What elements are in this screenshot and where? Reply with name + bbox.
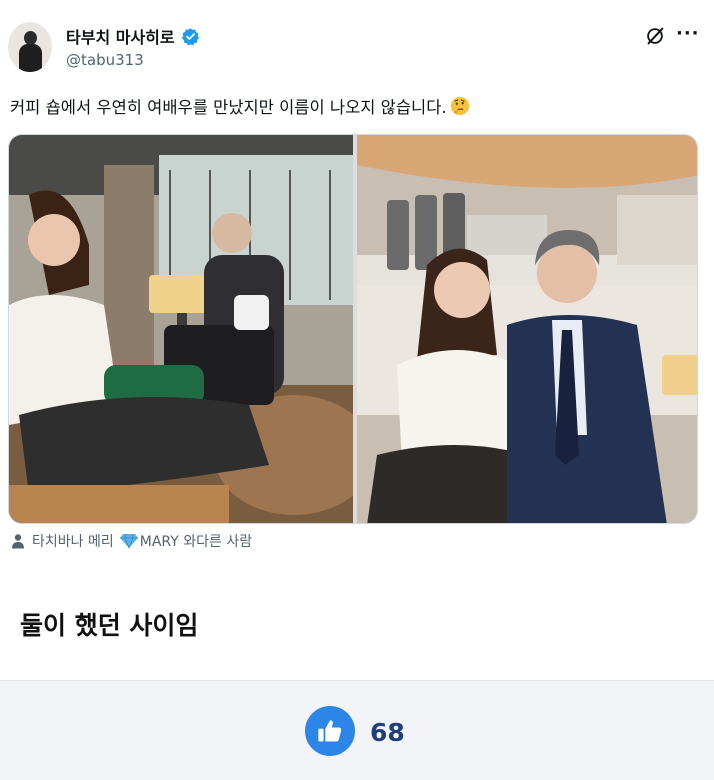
- avatar-head: [24, 31, 37, 45]
- verified-badge-icon: [181, 27, 199, 45]
- author-name-row: 타부치 마사히로: [66, 24, 200, 48]
- like-button[interactable]: [305, 706, 355, 756]
- avatar[interactable]: [8, 22, 52, 72]
- photo-left-image: [9, 135, 353, 523]
- thumbs-up-icon: [318, 720, 342, 742]
- photo-right[interactable]: [357, 135, 697, 523]
- thinking-face-icon: [450, 96, 469, 116]
- media-tags: 타치바나 메리 MARY 와다른 사람: [10, 531, 252, 551]
- tweet-text-body: 커피 숍에서 우연히 여배우를 만났지만 이름이 나오지 않습니다.: [10, 98, 447, 117]
- tweet-text: 커피 숍에서 우연히 여배우를 만났지만 이름이 나오지 않습니다.: [10, 94, 471, 118]
- gem-icon: [119, 533, 138, 549]
- grok-icon[interactable]: [644, 25, 666, 47]
- author-display-name[interactable]: 타부치 마사히로: [66, 24, 175, 48]
- tagged-person-2[interactable]: MARY 와다른 사람: [140, 531, 252, 551]
- person-icon: [12, 534, 24, 549]
- author-handle[interactable]: @tabu313: [66, 51, 144, 69]
- photo-right-image: [357, 135, 697, 523]
- post-caption: 둘이 했던 사이임: [20, 611, 199, 640]
- photo-left[interactable]: [9, 135, 353, 523]
- reaction-bar: 68: [0, 680, 714, 780]
- tweet-media[interactable]: [8, 134, 698, 524]
- tagged-person-1[interactable]: 타치바나 메리: [32, 531, 114, 551]
- tweet-card: 타부치 마사히로 @tabu313 ··· 커피 숍에서 우연히 여배우를 만났…: [0, 0, 714, 560]
- like-count: 68: [370, 718, 405, 747]
- more-options-icon[interactable]: ···: [676, 24, 699, 46]
- avatar-body: [19, 44, 42, 72]
